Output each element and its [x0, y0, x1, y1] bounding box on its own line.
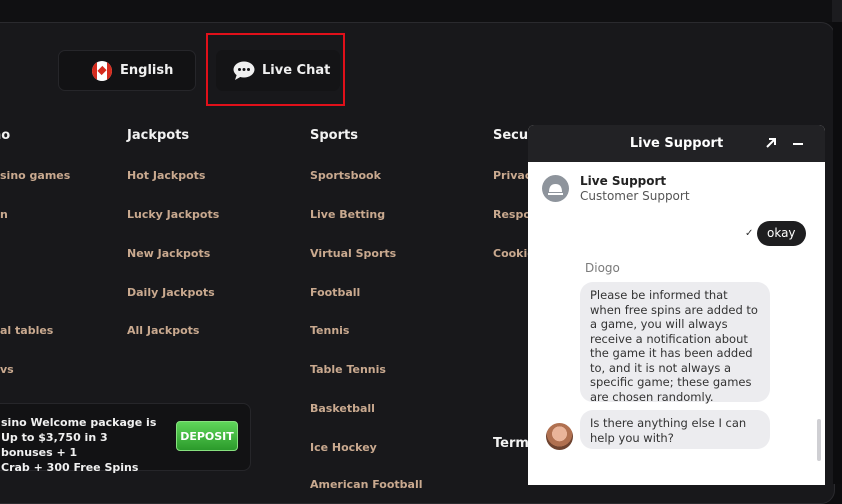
user-message: okay [757, 221, 806, 246]
live-support-widget: Live Support Live Support Customer Suppo… [528, 125, 825, 485]
column-heading-jackpots: Jackpots [127, 128, 190, 143]
agent-role: Customer Support [580, 189, 690, 203]
promo-line-3: Crab + 300 Free Spins [1, 461, 139, 474]
footer-link-basketball[interactable]: Basketball [310, 402, 375, 415]
chat-title: Live Support [629, 136, 724, 151]
footer-link-hot-jackpots[interactable]: Hot Jackpots [127, 169, 205, 182]
footer-link-lucky-jackpots[interactable]: Lucky Jackpots [127, 208, 219, 221]
message-list[interactable]: ✓ okay Diogo Please be informed that whe… [528, 214, 825, 485]
footer-link[interactable]: al tables [0, 324, 53, 337]
language-label: English [120, 63, 174, 78]
footer-link-table-tennis[interactable]: Table Tennis [310, 363, 386, 376]
right-gutter [833, 22, 842, 484]
welcome-promo-card: sino Welcome package is Up to $3,750 in … [0, 403, 251, 474]
highlight-box [206, 33, 345, 106]
agent-avatar [542, 175, 569, 202]
footer-link-live-betting[interactable]: Live Betting [310, 208, 385, 221]
footer-link-ice-hockey[interactable]: Ice Hockey [310, 441, 377, 454]
check-icon: ✓ [745, 228, 754, 239]
footer-link[interactable]: n [0, 208, 8, 221]
footer-link-football[interactable]: Football [310, 286, 360, 299]
language-selector-button[interactable]: English [58, 50, 196, 91]
canada-flag-icon [92, 61, 112, 81]
footer-link-daily-jackpots[interactable]: Daily Jackpots [127, 286, 215, 299]
agent-message: Is there anything else I can help you wi… [580, 410, 770, 449]
footer-link[interactable]: sino games [0, 169, 70, 182]
footer-link-tennis[interactable]: Tennis [310, 324, 349, 337]
footer-link-new-jackpots[interactable]: New Jackpots [127, 247, 210, 260]
column-heading-casino: no [0, 128, 11, 143]
deposit-button[interactable]: DEPOSIT [176, 421, 238, 451]
footer-link-sportsbook[interactable]: Sportsbook [310, 169, 381, 182]
column-heading-sports: Sports [310, 128, 358, 143]
chat-scrollbar[interactable] [817, 419, 821, 461]
footer-link[interactable]: vs [0, 363, 14, 376]
expand-icon[interactable] [764, 136, 778, 150]
agent-name: Live Support [580, 174, 667, 188]
agent-info: Live Support Customer Support [528, 162, 825, 214]
chat-header: Live Support [528, 125, 825, 162]
promo-line-2: Up to $3,750 in 3 bonuses + 1 [1, 431, 108, 459]
footer-link-american-football[interactable]: American Football [310, 478, 423, 491]
minimize-icon[interactable] [793, 143, 803, 145]
footer-link-virtual-sports[interactable]: Virtual Sports [310, 247, 396, 260]
footer-link-all-jackpots[interactable]: All Jackpots [127, 324, 199, 337]
agent-photo-avatar [546, 423, 573, 450]
support-bell-icon [548, 184, 563, 195]
promo-line-1: sino Welcome package is [1, 416, 157, 429]
message-sender-name: Diogo [585, 261, 620, 275]
agent-message: Please be informed that when free spins … [580, 282, 770, 404]
top-strip [0, 0, 842, 22]
